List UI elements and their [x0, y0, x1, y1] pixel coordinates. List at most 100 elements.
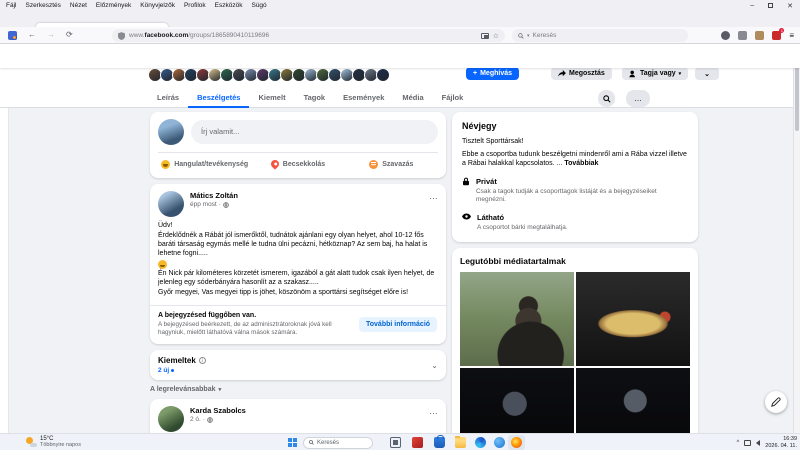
group-more-icon[interactable]: … [626, 90, 650, 107]
url-bar[interactable]: www.facebook.com/groups/1865890410119696… [112, 29, 505, 42]
menu-tools[interactable]: Eszközök [215, 2, 243, 9]
firefox-menubar: Fájl Szerkesztés Nézet Előzmények Könyvj… [0, 0, 800, 11]
visibility-description: A csoportot bárki megtalálhatja. [477, 223, 568, 231]
page-content: Írj valamit... Hangulat/tevékenység Becs… [0, 108, 793, 433]
author-avatar[interactable] [158, 406, 184, 433]
bookmark-star-icon[interactable]: ☆ [493, 32, 499, 40]
tab-kiemelt[interactable]: Kiemelt [249, 88, 294, 108]
reload-button[interactable]: ⟳ [66, 31, 73, 39]
microsoft-store-icon[interactable] [434, 435, 445, 448]
screenshot-icon[interactable] [480, 32, 489, 39]
invite-button[interactable]: + Meghívás [466, 67, 519, 80]
tab-leiras[interactable]: Leírás [148, 88, 188, 108]
poll-button[interactable]: Szavazás [345, 153, 438, 175]
extensions-row: 1 ≡ [721, 28, 800, 42]
shield-lock-icon [118, 31, 125, 40]
featured-title: Kiemeltek [158, 356, 196, 366]
author-avatar[interactable] [158, 191, 184, 217]
weather-widget[interactable]: 15°C Többnyire napos [26, 436, 81, 448]
recent-media-card: Legutóbbi médiatartalmak [452, 248, 698, 433]
firefox-icon[interactable] [511, 437, 522, 448]
forward-button[interactable]: → [47, 31, 55, 39]
media-thumbnail-3[interactable] [460, 368, 574, 433]
display-tray-icon[interactable] [744, 439, 752, 446]
app-menu-icon[interactable]: ≡ [789, 31, 794, 40]
close-button[interactable]: ✕ [787, 2, 793, 10]
adblock-extension-icon[interactable]: 1 [772, 28, 785, 40]
post-menu-icon[interactable]: … [429, 406, 438, 432]
info-icon[interactable]: i [198, 357, 206, 365]
extension-icon[interactable] [755, 31, 765, 40]
lock-icon [462, 177, 469, 186]
group-search-icon[interactable] [598, 90, 615, 107]
post-text: Üdv! Érdeklődnék a Rábát jól ismerőktől,… [158, 222, 435, 296]
post-menu-icon[interactable]: … [429, 191, 438, 217]
author-name[interactable]: Karda Szabolcs [190, 406, 246, 415]
minimize-button[interactable]: – [750, 2, 754, 9]
tray-expand-icon[interactable]: ^ [736, 440, 739, 446]
share-extension-icon[interactable] [738, 31, 748, 40]
post-time: épp most [190, 201, 217, 208]
privacy-description: Csak a tagok tudják a csoporttagok listá… [475, 187, 657, 204]
app-icon-red[interactable] [412, 437, 423, 448]
featured-section[interactable]: Kiemeltek i 2 új ⌄ [150, 350, 446, 381]
search-placeholder: Keresés [532, 32, 557, 39]
tab-media[interactable]: Média [393, 88, 432, 108]
mood-activity-button[interactable]: Hangulat/tevékenység [158, 153, 251, 175]
import-bookmarks-icon[interactable] [8, 30, 17, 40]
taskbar-clock[interactable]: 16:39 2026. 04. 11. [765, 436, 797, 449]
back-button[interactable]: ← [28, 31, 36, 39]
unread-dot [171, 369, 175, 373]
globe-privacy-icon [207, 416, 213, 423]
menu-help[interactable]: Súgó [251, 2, 266, 9]
sort-selector[interactable]: A legrelevánsabbak ▾ [150, 386, 446, 393]
menu-bookmarks[interactable]: Könyvjelzők [140, 2, 175, 9]
composer-input[interactable]: Írj valamit... [191, 120, 438, 144]
member-avatar-strip [148, 68, 390, 83]
share-button[interactable]: Megosztás [551, 67, 612, 80]
tab-esemenyek[interactable]: Események [334, 88, 393, 108]
visibility-title: Látható [477, 212, 505, 222]
more-header-actions-button[interactable]: ⌄ [695, 67, 719, 80]
menu-edit[interactable]: Szerkesztés [25, 2, 60, 9]
edge-icon[interactable] [475, 437, 486, 448]
see-more-link[interactable]: Továbbiak [564, 160, 598, 167]
member-avatar[interactable] [376, 68, 390, 82]
more-info-button[interactable]: További információ [359, 316, 438, 332]
account-extension-icon[interactable] [721, 31, 731, 40]
left-rail [0, 108, 9, 433]
task-view-icon[interactable] [390, 437, 401, 448]
my-avatar[interactable] [158, 119, 184, 145]
start-button[interactable] [288, 438, 297, 447]
file-explorer-icon[interactable] [455, 435, 466, 448]
search-engine-chevron-icon[interactable]: ▾ [527, 33, 530, 39]
url-domain: facebook.com [144, 32, 189, 39]
app-icon-blue[interactable] [494, 437, 505, 448]
checkin-button[interactable]: Becsekkolás [251, 153, 344, 175]
share-arrow-icon [558, 70, 566, 77]
volume-icon[interactable] [756, 439, 761, 446]
windows-taskbar: 15°C Többnyire napos Keresés ^ 16:39 202… [0, 433, 800, 450]
joined-button[interactable]: Tagja vagy ▾ [622, 67, 689, 80]
menu-file[interactable]: Fájl [6, 2, 16, 9]
menu-profiles[interactable]: Profilok [184, 2, 206, 9]
tab-fajlok[interactable]: Fájlok [433, 88, 473, 108]
taskbar-search[interactable]: Keresés [303, 436, 373, 449]
tab-tagok[interactable]: Tagok [295, 88, 335, 108]
expand-chevron-icon[interactable]: ⌄ [431, 361, 438, 370]
menu-view[interactable]: Nézet [70, 2, 87, 9]
browser-scrollbar[interactable] [793, 44, 800, 433]
maximize-button[interactable] [768, 3, 774, 8]
edit-pencil-icon [771, 397, 781, 407]
poll-icon [369, 159, 379, 169]
browser-search-bar[interactable]: ▾ Keresés [512, 29, 688, 42]
menu-history[interactable]: Előzmények [96, 2, 131, 9]
tab-strip: f Rábai horgászok! | Facebook ✕ Kapuvár … [0, 11, 800, 38]
create-post-fab[interactable] [765, 391, 787, 413]
tab-beszelgetes[interactable]: Beszélgetés [188, 88, 250, 108]
author-name[interactable]: Mátics Zoltán [190, 191, 238, 200]
sidebar-column: Névjegy Tisztelt Sporttársak! Ebbe a cso… [452, 112, 698, 433]
media-thumbnail-1[interactable] [460, 272, 574, 367]
media-thumbnail-2[interactable] [576, 272, 690, 367]
media-thumbnail-4[interactable] [576, 368, 690, 433]
